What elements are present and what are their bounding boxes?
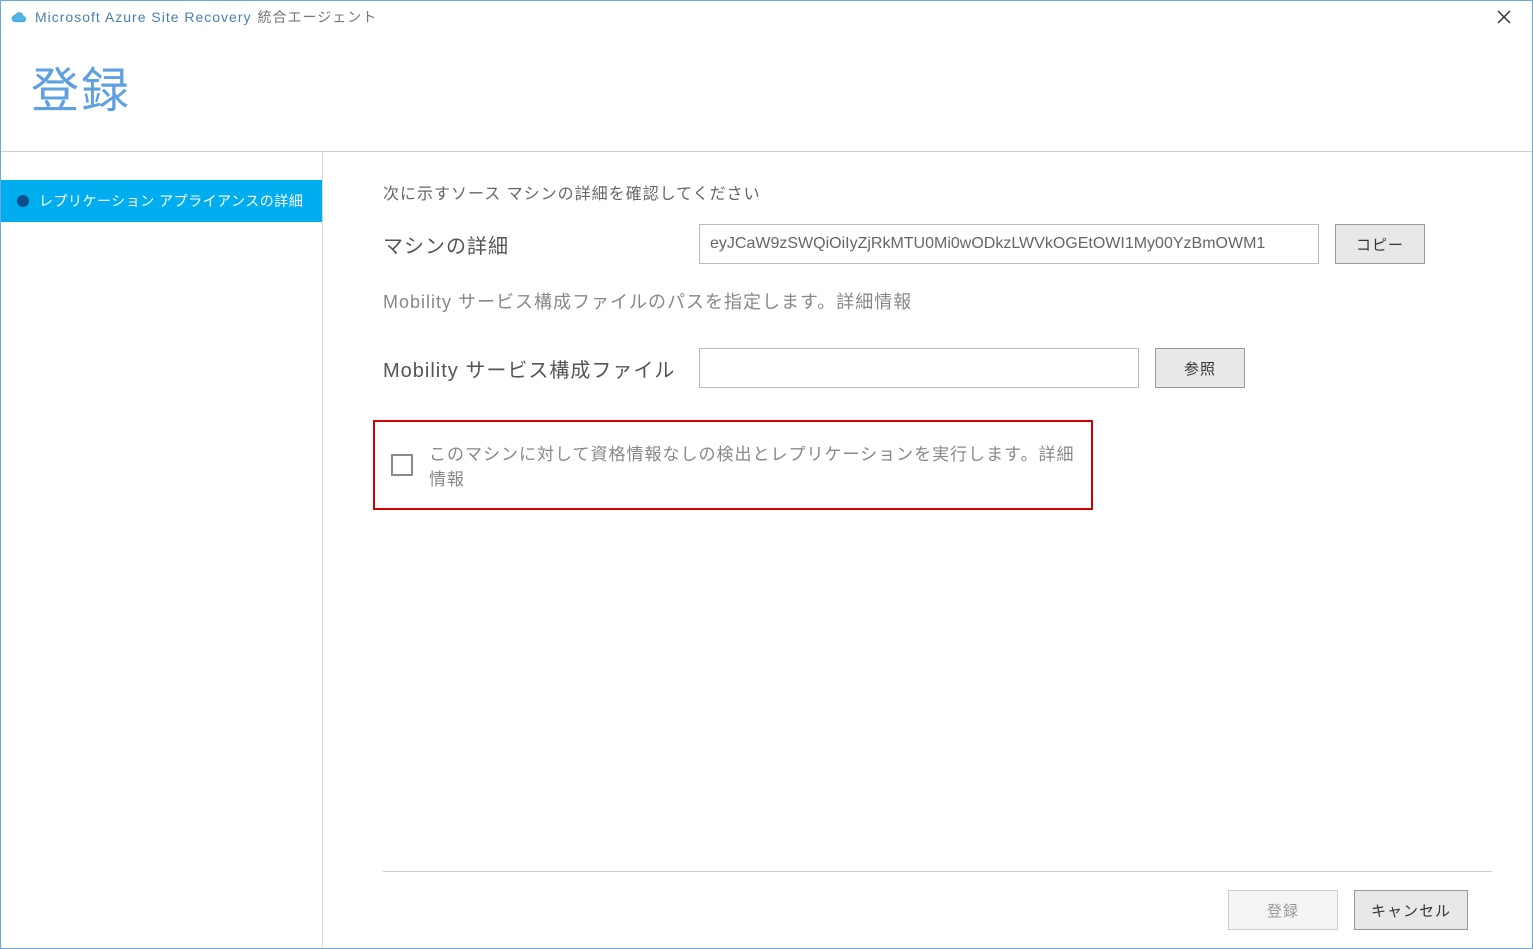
mobility-file-row: Mobility サービス構成ファイル 参照 xyxy=(383,348,1492,388)
close-icon[interactable] xyxy=(1484,3,1524,31)
mobility-file-label: Mobility サービス構成ファイル xyxy=(383,354,683,383)
header: 登録 xyxy=(1,33,1532,152)
body: レプリケーション アプライアンスの詳細 次に示すソース マシンの詳細を確認してく… xyxy=(1,152,1532,948)
cancel-button[interactable]: キャンセル xyxy=(1354,890,1468,930)
credentialless-checkbox-row: このマシンに対して資格情報なしの検出とレプリケーションを実行します。詳細情報 xyxy=(373,420,1093,510)
register-button[interactable]: 登録 xyxy=(1228,890,1338,930)
sidebar-item-appliance-details[interactable]: レプリケーション アプライアンスの詳細 xyxy=(1,180,322,222)
credentialless-checkbox[interactable] xyxy=(391,454,413,476)
sidebar-item-label: レプリケーション アプライアンスの詳細 xyxy=(39,191,303,211)
machine-details-label: マシンの詳細 xyxy=(383,230,683,259)
copy-button[interactable]: コピー xyxy=(1335,224,1425,264)
instruction-text: 次に示すソース マシンの詳細を確認してください xyxy=(383,180,1492,204)
sidebar: レプリケーション アプライアンスの詳細 xyxy=(1,152,323,948)
machine-details-row: マシンの詳細 コピー xyxy=(383,224,1492,264)
machine-details-input[interactable] xyxy=(699,224,1319,264)
app-name: Microsoft Azure Site Recovery xyxy=(35,9,252,25)
credentialless-checkbox-label: このマシンに対して資格情報なしの検出とレプリケーションを実行します。詳細情報 xyxy=(429,440,1075,490)
main-panel: 次に示すソース マシンの詳細を確認してください マシンの詳細 コピー Mobil… xyxy=(323,152,1532,948)
mobility-file-input[interactable] xyxy=(699,348,1139,388)
cloud-icon xyxy=(9,10,27,24)
bullet-icon xyxy=(17,195,29,207)
titlebar: Microsoft Azure Site Recovery 統合エージェント xyxy=(1,1,1532,33)
browse-button[interactable]: 参照 xyxy=(1155,348,1245,388)
page-title: 登録 xyxy=(31,51,1502,121)
mobility-path-text: Mobility サービス構成ファイルのパスを指定します。詳細情報 xyxy=(383,288,1492,314)
footer: 登録 キャンセル xyxy=(383,871,1492,948)
dialog-window: Microsoft Azure Site Recovery 統合エージェント 登… xyxy=(0,0,1533,949)
app-suffix: 統合エージェント xyxy=(258,7,378,27)
